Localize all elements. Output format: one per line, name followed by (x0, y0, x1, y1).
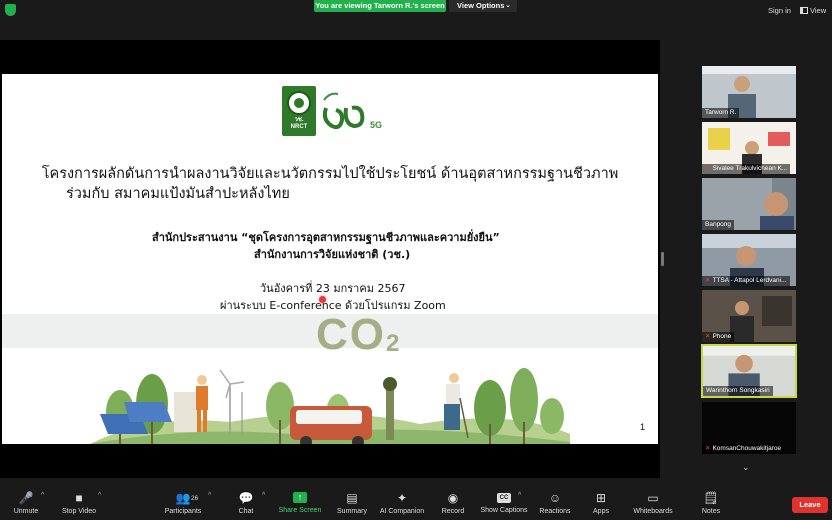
sign-in-button[interactable]: Sign in (768, 6, 791, 15)
share-screen-icon: ↑ (293, 492, 307, 503)
caret-up-icon[interactable]: ^ (208, 492, 211, 499)
participant-name: Phone (712, 333, 732, 340)
ai-companion-button[interactable]: ✦ AI Companion (378, 484, 426, 520)
co2-graphic: CO2 (316, 310, 399, 360)
participants-label: Participants (164, 508, 202, 515)
reactions-label: Reactions (539, 508, 571, 515)
share-screen-label: Share Screen (278, 507, 322, 514)
participant-name: Sivalee Trakulvichean K... (712, 165, 788, 172)
video-tile[interactable]: Tarworn R. (702, 66, 796, 118)
apps-label: Apps (593, 508, 609, 515)
chat-label: Chat (238, 508, 254, 515)
participant-name: Warinthorn Songkasiri (706, 387, 770, 394)
video-tile[interactable]: ✕ Sivalee Trakulvichean K... (702, 122, 796, 174)
whiteboard-icon: ▭ (647, 491, 659, 505)
captions-icon: CC (497, 493, 511, 503)
notes-button[interactable]: 🗒 Notes (698, 484, 724, 520)
muted-mic-icon: ✕ (705, 333, 711, 340)
view-options-button[interactable]: View Options ⌄ (449, 0, 517, 12)
muted-microphone-icon: 🎤 (18, 491, 34, 505)
video-tile[interactable]: ✕ KomsanChouwakitjaroe (702, 402, 796, 454)
layout-icon (800, 7, 808, 14)
slide-title-line2: ร่วมกับ สมาคมแป้งมันสำปะหลังไทย (66, 186, 290, 202)
video-tile[interactable]: ✕ TTSA - Attapol Lerdvani... (702, 234, 796, 286)
svg-text:5G: 5G (370, 120, 382, 130)
record-label: Record (441, 508, 465, 515)
eco-illustration (90, 368, 570, 444)
logo-abbr-en: NRCT (290, 124, 308, 130)
summary-doc-icon: ▤ (346, 491, 358, 505)
video-camera-icon: ■ (75, 491, 83, 505)
reaction-smiley-icon: ☺ (548, 491, 562, 505)
co2-subscript: 2 (386, 330, 400, 357)
participant-name: Banpong (705, 221, 732, 228)
date-line: วันอังคารที่ 23 มกราคม 2567 (260, 282, 406, 295)
participants-button[interactable]: 👥 26 Participants ^ (160, 484, 212, 520)
record-icon: ◉ (447, 491, 459, 505)
summary-button[interactable]: ▤ Summary (334, 484, 370, 520)
viewing-banner: You are viewing Tarworn R.'s screen (314, 0, 446, 12)
coordinator-line1: สำนักประสานงาน “ชุดโครงการอุตสาหกรรมฐานช… (152, 231, 500, 244)
participant-name: KomsanChouwakitjaroe (712, 445, 782, 452)
stop-video-button[interactable]: ■ Stop Video ^ (58, 484, 101, 520)
muted-mic-icon: ✕ (705, 277, 711, 284)
whiteboards-button[interactable]: ▭ Whiteboards (630, 484, 676, 520)
video-tile[interactable]: ✕ Phone (702, 290, 796, 342)
laser-pointer (319, 296, 326, 303)
chevron-down-icon: ⌄ (505, 2, 511, 9)
shared-screen[interactable]: วช. NRCT 5G โครงการผลักดันการนำผลงานวิจั… (0, 40, 660, 478)
unmute-label: Unmute (13, 508, 39, 515)
page-number: 1 (640, 422, 646, 432)
nrct-logo: วช. NRCT (282, 86, 316, 136)
caret-up-icon[interactable]: ^ (98, 492, 101, 499)
coordinator-line2: สำนักงานการวิจัยแห่งชาติ (วช.) (254, 248, 411, 261)
security-shield-icon[interactable] (5, 4, 16, 16)
apps-icon: ⊞ (595, 491, 607, 505)
participants-icon: 👥 (175, 491, 191, 505)
share-screen-button[interactable]: ↑ Share Screen (276, 484, 324, 520)
ai-companion-label: AI Companion (379, 508, 425, 515)
caret-up-icon[interactable]: ^ (41, 492, 44, 499)
reactions-button[interactable]: ☺ Reactions (538, 484, 572, 520)
nrct-5g-logo: 5G (322, 92, 382, 130)
caret-up-icon[interactable]: ^ (518, 492, 521, 499)
view-button[interactable]: View (800, 6, 826, 15)
notes-icon: 🗒 (703, 491, 719, 505)
participant-name: TTSA - Attapol Lerdvani... (712, 277, 787, 284)
apps-button[interactable]: ⊞ Apps (588, 484, 614, 520)
show-captions-label: Show Captions (480, 507, 528, 514)
participant-name: Tarworn R. (705, 109, 737, 116)
top-bar: You are viewing Tarworn R.'s screen View… (0, 0, 832, 20)
co2-text: CO (316, 310, 386, 359)
video-tile[interactable]: Banpong (702, 178, 796, 230)
meeting-toolbar: 🎤 Unmute ^ ■ Stop Video ^ 👥 26 Participa… (0, 484, 832, 520)
logo-abbr-thai: วช. (294, 117, 304, 123)
via-line: ผ่านระบบ E-conference ด้วยโปรแกรม Zoom (220, 299, 446, 312)
summary-label: Summary (337, 508, 367, 515)
participants-count: 26 (191, 495, 199, 502)
stop-video-label: Stop Video (61, 508, 97, 515)
muted-mic-icon: ✕ (705, 445, 711, 452)
resize-handle[interactable] (661, 252, 664, 266)
chat-button[interactable]: 💬 Chat ^ (232, 484, 266, 520)
view-options-label: View Options (457, 1, 505, 10)
show-captions-button[interactable]: CC Show Captions ^ (478, 484, 530, 520)
notes-label: Notes (701, 508, 721, 515)
whiteboards-label: Whiteboards (633, 508, 673, 515)
leave-button[interactable]: Leave (792, 497, 828, 513)
presentation-slide: วช. NRCT 5G โครงการผลักดันการนำผลงานวิจั… (2, 74, 658, 444)
caret-up-icon[interactable]: ^ (262, 492, 265, 499)
seal-icon (287, 91, 311, 115)
active-speaker-tile[interactable]: Warinthorn Songkasiri (701, 344, 797, 398)
muted-mic-icon: ✕ (705, 165, 711, 172)
view-button-label: View (810, 6, 827, 15)
ai-sparkle-icon: ✦ (396, 491, 408, 505)
record-button[interactable]: ◉ Record (438, 484, 468, 520)
chat-bubble-icon: 💬 (238, 491, 254, 505)
unmute-button[interactable]: 🎤 Unmute ^ (6, 484, 46, 520)
gallery-scroll-down-icon[interactable]: ⌄ (742, 462, 750, 473)
